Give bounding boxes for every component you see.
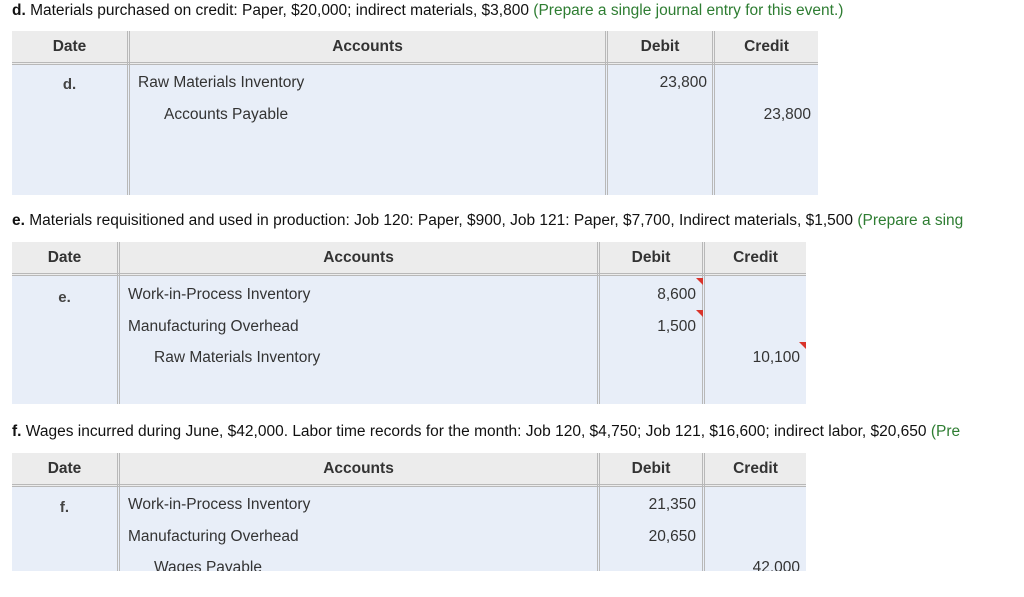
prompt-f: f. Wages incurred during June, $42,000. … [12, 422, 960, 442]
debit-cell[interactable]: 23,800 [608, 74, 707, 92]
prompt-text: Materials requisitioned and used in prod… [29, 212, 854, 229]
journal-table-e: Date Accounts Debit Credit e. Work-in-Pr… [12, 242, 806, 404]
accounts-header: Accounts [332, 38, 403, 55]
debit-cell[interactable]: 20,650 [600, 528, 696, 546]
debit-header: Debit [631, 460, 671, 477]
error-flag-icon [799, 342, 806, 349]
prompt-d: d. Materials purchased on credit: Paper,… [12, 1, 843, 21]
account-cell[interactable]: Raw Materials Inventory [154, 349, 320, 367]
entry-date: d. [62, 76, 77, 93]
prompt-label: e. [12, 212, 25, 229]
journal-table-d: Date Accounts Debit Credit d. Raw Materi… [12, 31, 818, 195]
account-cell[interactable]: Accounts Payable [164, 106, 288, 124]
account-cell[interactable]: Raw Materials Inventory [138, 74, 304, 92]
credit-header: Credit [744, 38, 789, 55]
journal-table-f: Date Accounts Debit Credit f. Work-in-Pr… [12, 453, 806, 571]
debit-cell[interactable]: 21,350 [600, 496, 696, 514]
date-header: Date [47, 249, 82, 266]
credit-header: Credit [733, 249, 778, 266]
prompt-text: Wages incurred during June, $42,000. Lab… [25, 423, 927, 440]
debit-header: Debit [640, 38, 680, 55]
prompt-e: e. Materials requisitioned and used in p… [12, 211, 963, 231]
date-header: Date [47, 460, 82, 477]
debit-header: Debit [631, 249, 671, 266]
prompt-text: Materials purchased on credit: Paper, $2… [30, 2, 529, 19]
credit-header: Credit [733, 460, 778, 477]
credit-cell[interactable]: 23,800 [715, 106, 811, 124]
prompt-label: f. [12, 423, 22, 440]
credit-cell[interactable]: 10,100 [705, 349, 800, 367]
credit-cell[interactable]: 42,000 [705, 559, 800, 571]
prompt-label: d. [12, 2, 26, 19]
account-cell[interactable]: Work-in-Process Inventory [128, 286, 310, 304]
debit-cell[interactable]: 8,600 [600, 286, 696, 304]
prompt-instruction: (Pre [930, 423, 961, 440]
account-cell[interactable]: Work-in-Process Inventory [128, 496, 310, 514]
error-flag-icon [696, 310, 703, 317]
debit-cell[interactable]: 1,500 [600, 318, 696, 336]
date-header: Date [52, 38, 87, 55]
prompt-instruction: (Prepare a single journal entry for this… [533, 2, 844, 19]
accounts-header: Accounts [323, 249, 394, 266]
account-cell[interactable]: Wages Payable [154, 559, 262, 571]
entry-date: e. [58, 289, 71, 306]
prompt-instruction: (Prepare a sing [857, 212, 964, 229]
entry-date: f. [59, 499, 70, 516]
accounts-header: Accounts [323, 460, 394, 477]
error-flag-icon [696, 278, 703, 285]
account-cell[interactable]: Manufacturing Overhead [128, 318, 299, 336]
account-cell[interactable]: Manufacturing Overhead [128, 528, 299, 546]
